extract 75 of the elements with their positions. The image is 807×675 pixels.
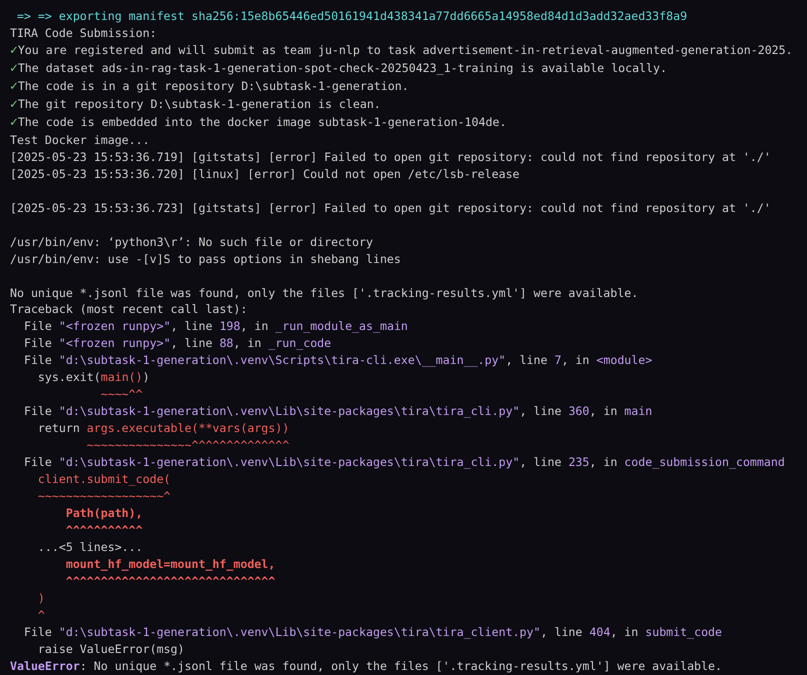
output-text: , line [170,319,214,334]
output-text: , line [520,455,562,470]
output-text: , line [540,624,584,639]
traceback-reference: <module> [596,353,652,368]
exception-name: ValueError [10,658,80,673]
output-text: [2025-05-23 15:53:36.723] [gitstats] [error] Failed to open git repository: could not find repository at './' [10,200,771,215]
traceback-reference: code_submission_command [624,455,785,470]
output-text: File [22,336,53,350]
traceback-reference: 360 [568,404,590,418]
output-text: Traceback (most recent call last): [10,302,248,316]
traceback-reference: submit_code [645,624,722,639]
traceback-reference: "d:\subtask-1-generation\.venv\Lib\site-packages\tira\tira_cli.py" [58,404,520,418]
error-highlight: client.submit_code( [36,472,171,486]
output-text: TIRA Code Submission: [10,26,157,40]
output-text: /usr/bin/env: use -[v]S to pass options in shebang lines [10,252,401,266]
traceback-reference: "d:\subtask-1-generation\.venv\Lib\site-packages\tira\tira_cli.py" [58,455,520,470]
traceback-reference: _run_module_as_main [275,319,408,334]
error-highlight: ~~~~^^ [100,387,143,402]
check-mark-icon: ✓ [10,78,18,94]
output-text: The code is embedded into the docker image subtask-1-generation-104de. [18,114,506,129]
output-text: ...<5 lines>... [36,540,143,554]
error-highlight: ~~~~~~~~~~~~~~~~~~^ [36,489,171,504]
traceback-reference: 235 [568,455,590,470]
traceback-reference: 198 [219,319,240,334]
output-text: return [36,421,81,436]
error-highlight: args.executable(**vars(args)) [86,421,290,436]
output-text: Test Docker image... [10,132,150,147]
traceback-reference: "d:\subtask-1-generation\.venv\Lib\site-packages\tira\tira_client.py" [58,624,540,639]
output-text: File [22,319,53,334]
traceback-reference: main [624,404,652,418]
error-highlight: mount_hf_model=mount_hf_model, [64,557,276,571]
traceback-reference: 88 [219,336,234,350]
output-text: , line [520,404,562,418]
output-text: File [22,624,53,639]
output-text: File [22,455,53,470]
output-text: , in [561,353,590,368]
check-mark-icon: ✓ [10,114,18,130]
output-text: You are registered and will submit as team ju-nlp to task advertisement-in-retrieval-augmented-generation-2025. [18,42,793,57]
error-highlight: Path(path), [64,506,143,520]
output-text: The code is in a git repository D:\subtask-1-generation. [18,78,409,93]
output-text: , in [233,336,262,350]
error-highlight: ~~~~~~~~~~~~~~~^^^^^^^^^^^^^^ [86,438,290,452]
output-text: , in [589,455,618,470]
output-text: No unique *.jsonl file was found, only the files ['.tracking-results.yml'] were available. [10,286,638,300]
traceback-reference: 7 [554,353,562,368]
output-text: /usr/bin/env: ‘python3\r’: No such file or directory [10,234,373,249]
output-text: , in [610,624,640,639]
output-text: File [22,353,53,368]
output-text: File [22,404,53,418]
output-text: The dataset ads-in-rag-task-1-generation-spot-check-20250423_1-training is available locally. [18,60,667,75]
traceback-reference: "<frozen runpy>" [58,336,171,350]
output-text: , line [170,336,214,350]
traceback-reference: "<frozen runpy>" [58,319,171,334]
traceback-reference: "d:\subtask-1-generation\.venv\Scripts\tira-cli.exe\__main__.py" [58,353,506,368]
error-highlight: ^ [36,608,45,622]
error-highlight: ^^^^^^^^^^^^^^^^^^^^^^^^^^^^^^ [64,574,276,588]
output-text: : No unique *.jsonl file was found, only the files ['.tracking-results.yml'] were available. [80,658,722,673]
error-highlight: main() [100,370,143,384]
output-text: , in [589,404,618,418]
check-mark-icon: ✓ [10,96,18,112]
check-mark-icon: ✓ [10,42,18,58]
output-text: raise ValueError(msg) [36,642,185,656]
error-highlight: ^^^^^^^^^^^ [64,523,143,538]
output-text: sys.exit( [36,370,101,384]
output-text: ) [142,370,150,384]
output-text: , line [506,353,548,368]
check-mark-icon: ✓ [10,60,18,76]
output-text: The git repository D:\subtask-1-generation is clean. [18,96,381,111]
traceback-reference: _run_code [268,336,332,350]
progress-text: => => exporting manifest sha256:15e8b65446ed50161941d438341a77dd6665a14958ed84d1d3add32aed33f8a9 [16,9,688,23]
traceback-reference: 404 [589,624,610,639]
output-text: , in [240,319,270,334]
output-text: [2025-05-23 15:53:36.720] [linux] [error] Could not open /etc/lsb-release [10,166,520,181]
error-highlight: ) [36,590,45,605]
output-text: [2025-05-23 15:53:36.719] [gitstats] [error] Failed to open git repository: could not find repository at './' [10,150,771,164]
